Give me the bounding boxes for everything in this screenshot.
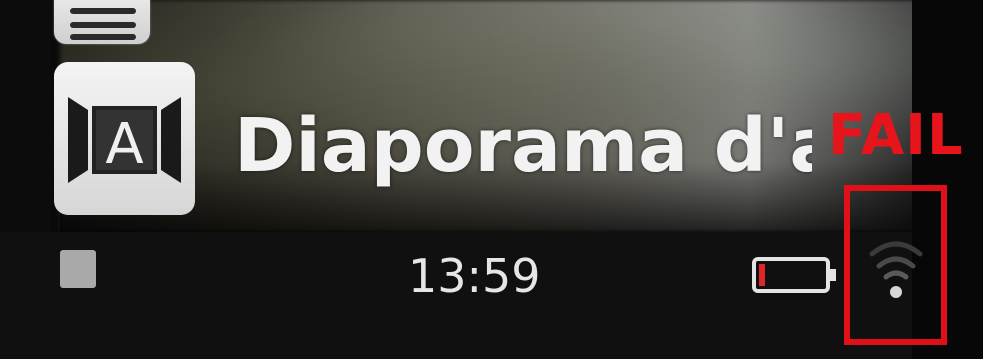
- auto-mode-icon: A: [68, 97, 181, 183]
- camera-screen: A Diaporama d'app 13:59 FAIL: [0, 0, 983, 359]
- auto-mode-button[interactable]: A: [54, 62, 195, 215]
- fail-annotation-label: FAIL: [828, 103, 964, 168]
- battery-fill: [759, 264, 765, 286]
- stop-square-icon: [60, 250, 96, 288]
- battery-low-icon: [752, 257, 836, 293]
- clock-time: 13:59: [408, 249, 541, 303]
- menu-button[interactable]: [54, 0, 150, 44]
- auto-mode-letter: A: [105, 112, 143, 177]
- fail-annotation-box: [844, 185, 947, 345]
- slideshow-title: Diaporama d'app: [234, 103, 812, 189]
